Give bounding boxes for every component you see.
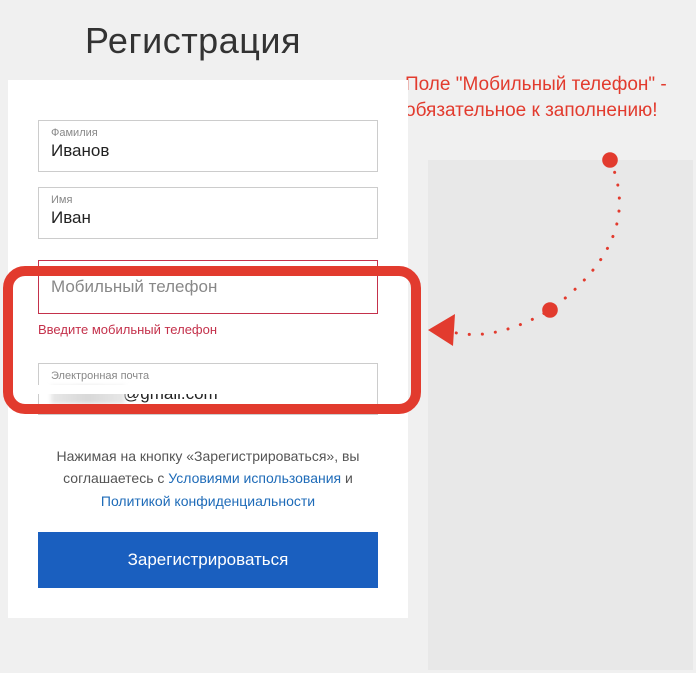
censored-bar: [33, 385, 253, 394]
surname-input[interactable]: [51, 141, 365, 161]
registration-form: Фамилия Имя Мобильный телефон Введите мо…: [8, 80, 408, 618]
email-label: Электронная почта: [51, 370, 365, 382]
terms-link-usage[interactable]: Условиями использования: [168, 470, 341, 486]
name-label: Имя: [51, 194, 365, 206]
surname-field[interactable]: Фамилия: [38, 120, 378, 172]
phone-placeholder: Мобильный телефон: [51, 277, 217, 296]
phone-error: Введите мобильный телефон: [38, 322, 378, 337]
name-field[interactable]: Имя: [38, 187, 378, 239]
submit-button[interactable]: Зарегистрироваться: [38, 532, 378, 588]
surname-label: Фамилия: [51, 127, 365, 139]
side-panel: [428, 160, 693, 670]
terms-block: Нажимая на кнопку «Зарегистрироваться», …: [38, 445, 378, 512]
terms-link-privacy[interactable]: Политикой конфиденциальности: [101, 493, 315, 509]
page-title: Регистрация: [85, 20, 301, 62]
name-input[interactable]: [51, 208, 365, 228]
terms-middle: и: [341, 470, 353, 486]
phone-field[interactable]: Мобильный телефон: [38, 260, 378, 314]
annotation-text: Поле "Мобильный телефон" - обязательное …: [405, 72, 685, 123]
